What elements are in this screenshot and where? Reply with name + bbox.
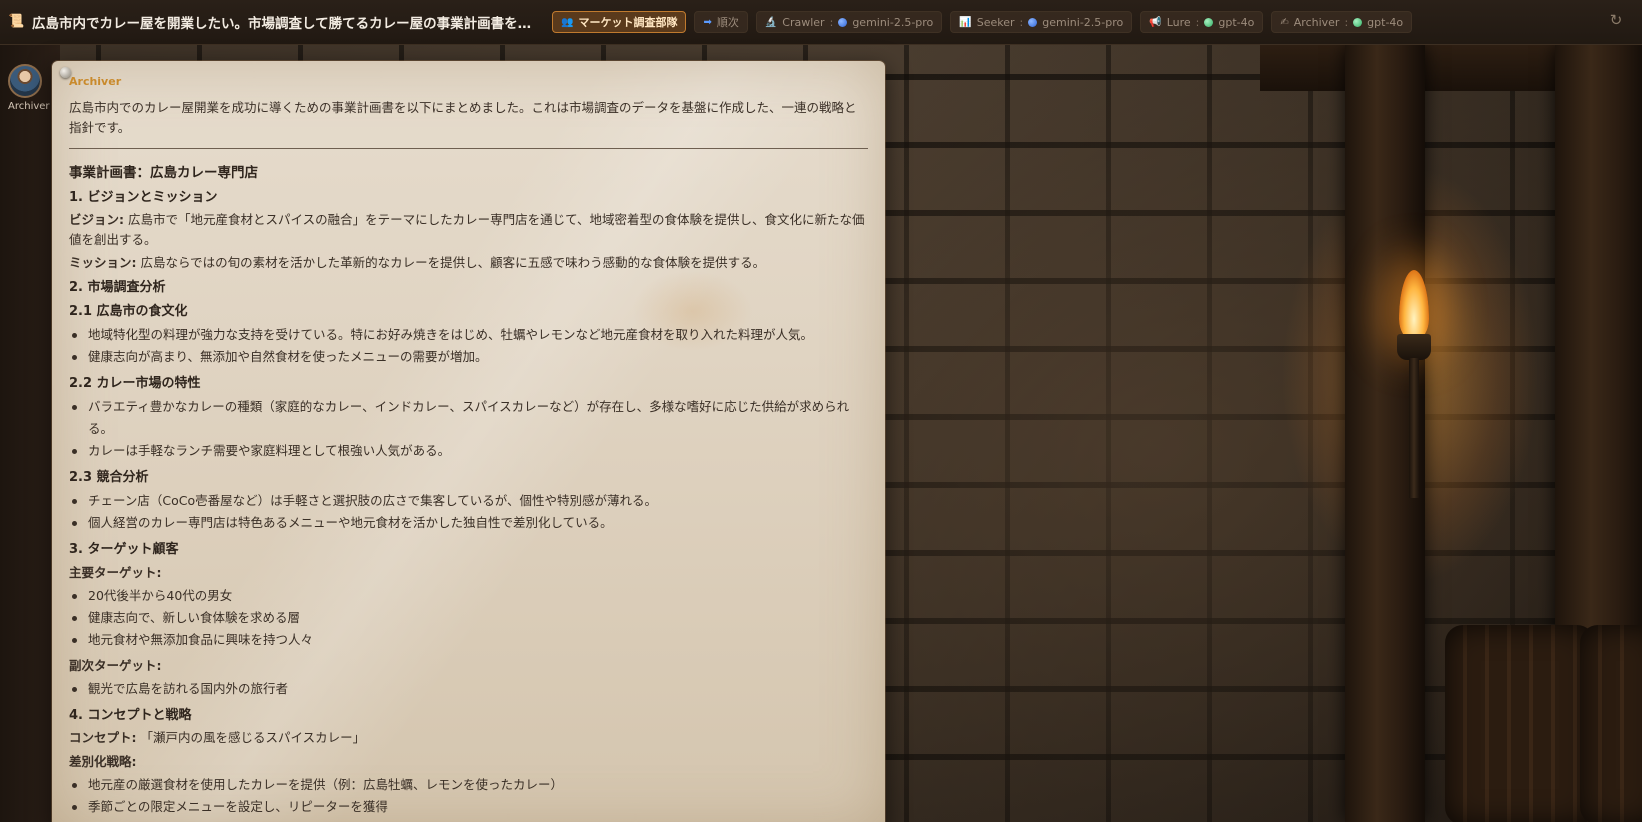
subsection-heading: 2.1 広島市の食文化 bbox=[69, 304, 188, 319]
barrel bbox=[1445, 625, 1595, 822]
people-icon: 👥 bbox=[561, 16, 574, 28]
team-chip[interactable]: 👥 マーケット調査部隊 bbox=[552, 11, 687, 33]
section-heading: 3. ターゲット顧客 bbox=[69, 542, 179, 557]
agent-chip-archiver[interactable]: ✍ Archiver : gpt-4o bbox=[1271, 11, 1413, 33]
list-item: 地元産の厳選食材を使用したカレーを提供（例：広島牡蠣、レモンを使ったカレー） bbox=[69, 774, 868, 796]
list-item: 個人経営のカレー専門店は特色あるメニューや地元食材を活かした独自性で差別化してい… bbox=[69, 512, 868, 534]
agent-chip-crawler[interactable]: 🔬 Crawler : gemini-2.5-pro bbox=[755, 11, 943, 33]
divider bbox=[69, 148, 868, 149]
section-heading: 1. ビジョンとミッション bbox=[69, 190, 218, 205]
differentiation-label: 差別化戦略: bbox=[69, 754, 137, 769]
avatar-label: Archiver bbox=[8, 101, 50, 112]
list-item: チェーン店（CoCo壱番屋など）は手軽さと選択肢の広さで集客しているが、個性や特… bbox=[69, 490, 868, 512]
order-chip[interactable]: ➡ 順次 bbox=[694, 11, 748, 33]
top-bar: 📜 広島市内でカレー屋を開業したい。市場調査して勝てるカレー屋の事業計画書を作成… bbox=[0, 0, 1642, 45]
page-title[interactable]: 広島市内でカレー屋を開業したい。市場調査して勝てるカレー屋の事業計画書を作成して… bbox=[32, 12, 542, 32]
avatar[interactable] bbox=[8, 64, 42, 98]
barrel bbox=[1580, 625, 1642, 822]
megaphone-icon: 📢 bbox=[1149, 16, 1162, 28]
writing-hand-icon: ✍ bbox=[1280, 16, 1289, 28]
model-dot-icon bbox=[1353, 17, 1363, 27]
sender-avatar-block: Archiver bbox=[8, 64, 50, 112]
torch-icon bbox=[1395, 270, 1435, 500]
secondary-target-label: 副次ターゲット: bbox=[69, 658, 162, 673]
agent-chip-lure[interactable]: 📢 Lure : gpt-4o bbox=[1140, 11, 1264, 33]
microscope-icon: 🔬 bbox=[764, 16, 778, 28]
agent-chip-seeker[interactable]: 📊 Seeker : gemini-2.5-pro bbox=[950, 11, 1133, 33]
bullet-list: 20代後半から40代の男女 健康志向で、新しい食体験を求める層 地元食材や無添加… bbox=[69, 585, 868, 651]
message-intro: 広島市内でのカレー屋開業を成功に導くための事業計画書を以下にまとめました。これは… bbox=[69, 100, 857, 135]
arrow-right-icon: ➡ bbox=[703, 16, 712, 28]
concept-paragraph: コンセプト: 「瀬戸内の風を感じるスパイスカレー」 bbox=[69, 730, 366, 745]
chart-icon: 📊 bbox=[959, 16, 972, 28]
list-item: 観光で広島を訪れる国内外の旅行者 bbox=[69, 678, 868, 700]
list-item: バラエティ豊かなカレーの種類（家庭的なカレー、インドカレー、スパイスカレーなど）… bbox=[69, 396, 868, 440]
list-item: 健康志向が高まり、無添加や自然食材を使ったメニューの需要が増加。 bbox=[69, 346, 868, 368]
model-dot-icon bbox=[838, 17, 848, 27]
history-icon[interactable]: ↻ bbox=[1606, 10, 1626, 30]
list-item: 地元食材や無添加食品に興味を持つ人々 bbox=[69, 629, 868, 651]
bullet-list: 地域特化型の料理が強力な支持を受けている。特にお好み焼きをはじめ、牡蠣やレモンな… bbox=[69, 324, 868, 368]
list-item: 20代後半から40代の男女 bbox=[69, 585, 868, 607]
bullet-list: 観光で広島を訪れる国内外の旅行者 bbox=[69, 678, 868, 700]
message-card: Archiver 広島市内でのカレー屋開業を成功に導くための事業計画書を以下にま… bbox=[52, 61, 885, 822]
mission-paragraph: ミッション: 広島ならではの旬の素材を活かした革新的なカレーを提供し、顧客に五感… bbox=[69, 255, 766, 270]
pin-icon bbox=[60, 67, 71, 78]
bullet-list: 地元産の厳選食材を使用したカレーを提供（例：広島牡蠣、レモンを使ったカレー） 季… bbox=[69, 774, 868, 818]
list-item: カレーは手軽なランチ需要や家庭料理として根強い人気がある。 bbox=[69, 440, 868, 462]
primary-target-label: 主要ターゲット: bbox=[69, 565, 162, 580]
section-heading: 2. 市場調査分析 bbox=[69, 280, 166, 295]
left-shadow bbox=[0, 45, 60, 822]
section-heading: 4. コンセプトと戦略 bbox=[69, 708, 192, 723]
subsection-heading: 2.2 カレー市場の特性 bbox=[69, 376, 201, 391]
bullet-list: バラエティ豊かなカレーの種類（家庭的なカレー、インドカレー、スパイスカレーなど）… bbox=[69, 396, 868, 462]
scroll-icon: 📜 bbox=[8, 14, 25, 29]
model-dot-icon bbox=[1028, 17, 1038, 27]
vision-paragraph: ビジョン: 広島市で「地元産食材とスパイスの融合」をテーマにしたカレー専門店を通… bbox=[69, 212, 865, 247]
list-item: 季節ごとの限定メニューを設定し、リピーターを獲得 bbox=[69, 796, 868, 818]
subsection-heading: 2.3 競合分析 bbox=[69, 470, 149, 485]
model-dot-icon bbox=[1204, 17, 1214, 27]
bullet-list: チェーン店（CoCo壱番屋など）は手軽さと選択肢の広さで集客しているが、個性や特… bbox=[69, 490, 868, 534]
message-sender: Archiver bbox=[69, 75, 122, 88]
list-item: 地域特化型の料理が強力な支持を受けている。特にお好み焼きをはじめ、牡蠣やレモンな… bbox=[69, 324, 868, 346]
list-item: 健康志向で、新しい食体験を求める層 bbox=[69, 607, 868, 629]
document-title: 事業計画書：広島カレー専門店 bbox=[69, 165, 258, 181]
